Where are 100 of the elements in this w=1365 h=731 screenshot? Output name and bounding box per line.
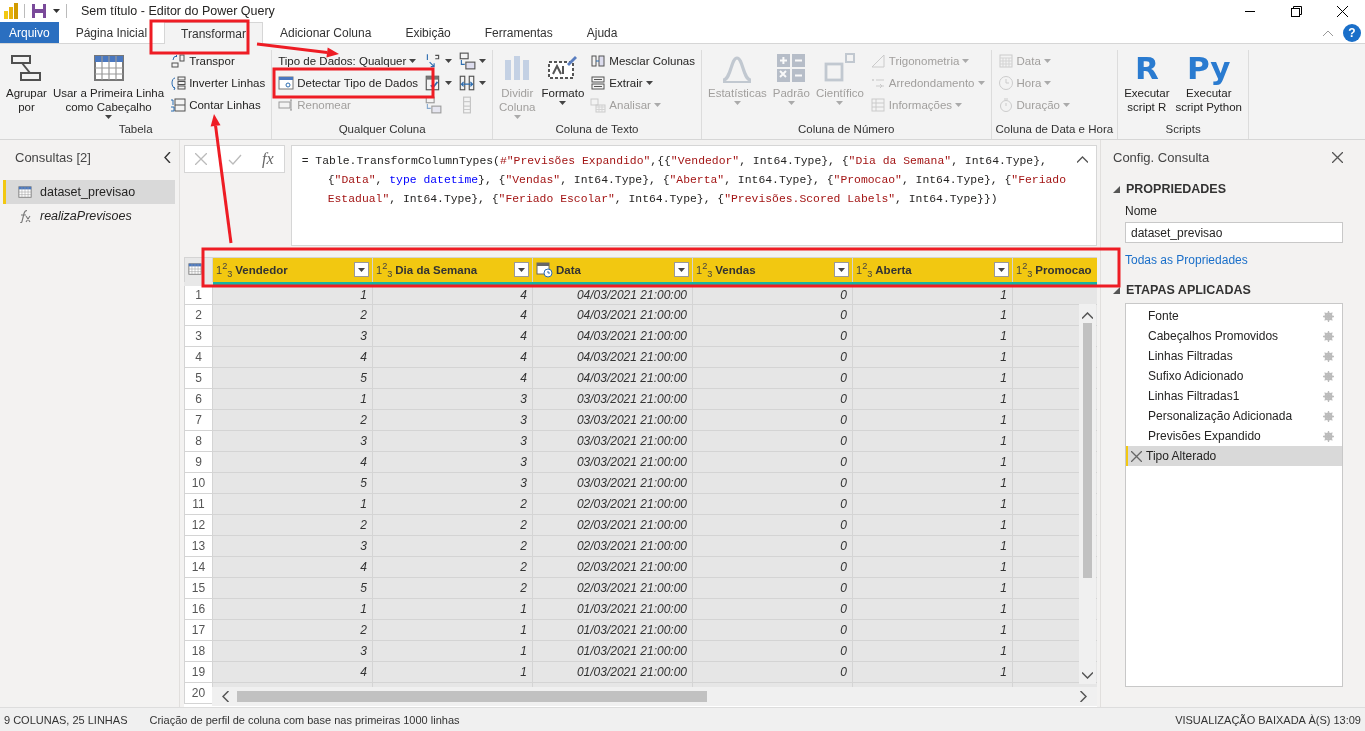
ribbon-button[interactable]: Contar Linhas xyxy=(168,94,268,116)
column-header[interactable]: 1$^{2}$$_{3}$ Vendedor xyxy=(212,257,373,284)
ribbon-button[interactable]: Mesclar Colunas xyxy=(588,50,697,72)
group-label: Tabela xyxy=(117,122,154,137)
name-field[interactable]: dataset_previsao xyxy=(1125,222,1343,243)
ribbon-tab[interactable]: Transformar xyxy=(164,22,263,44)
caret-icon xyxy=(955,103,963,107)
close-icon[interactable] xyxy=(1336,5,1348,17)
triangle-icon xyxy=(869,53,886,69)
collapse-section-icon[interactable] xyxy=(1113,185,1120,193)
caret-icon xyxy=(409,59,417,63)
row-number: 14 xyxy=(184,556,213,578)
horizontal-scrollbar[interactable] xyxy=(212,687,1097,706)
collapse-panel-icon[interactable] xyxy=(164,151,171,163)
applied-step[interactable]: Sufixo Adicionado xyxy=(1126,366,1342,386)
ribbon-button[interactable]: R Executar script R xyxy=(1122,50,1172,119)
ribbon-button[interactable]: Py Executar script Python xyxy=(1173,50,1244,119)
ribbon-button[interactable]: Detectar Tipo de Dados xyxy=(276,72,421,94)
ribbon-button[interactable]: Extrair xyxy=(588,72,697,94)
ribbon-tab[interactable]: Ajuda xyxy=(569,22,635,43)
collapse-section-icon[interactable] xyxy=(1113,286,1120,294)
calculator-icon xyxy=(775,52,808,84)
formula-field[interactable]: = Table.TransformColumnTypes(#"Previsões Expandido",{{"Vendedor", Int64.Type}, {"Dia da Semana", Int64.Type}, {"Data", type datetime}, {"Vendas", Int64.Type}, {"Aberta", Int64.Type}, {"Promocao", Int64.Type}, {"Feriado Estadual", Int64.Type}, {"Feriado Escolar", Int64.Type}, {"Previsões.Scored Labels", Int64.Type}}) xyxy=(290,145,1097,246)
group-label: Scripts xyxy=(1164,122,1202,137)
applied-step[interactable]: Cabeçalhos Promovidos xyxy=(1126,326,1342,346)
save-icon[interactable] xyxy=(31,3,47,19)
scroll-left-icon[interactable] xyxy=(222,691,229,702)
field-label: Nome xyxy=(1125,204,1158,218)
column-header[interactable]: 1$^{2}$$_{3}$ Promocao xyxy=(1012,257,1097,284)
move-column-icon xyxy=(458,74,477,92)
rename-icon xyxy=(278,97,295,113)
panel-title: Config. Consulta xyxy=(1113,149,1210,165)
ribbon-button[interactable]: Formato xyxy=(539,50,587,119)
vertical-scrollbar[interactable] xyxy=(1079,304,1096,684)
ribbon-tab[interactable]: Adicionar Coluna xyxy=(263,22,389,43)
row-number: 3 xyxy=(184,325,213,347)
row-number: 20 xyxy=(184,682,213,704)
scroll-up-icon[interactable] xyxy=(1082,312,1093,319)
minimize-icon[interactable] xyxy=(1245,10,1255,12)
ribbon-button[interactable]: Tipo de Dados: Qualquer xyxy=(276,50,421,72)
ribbon-button[interactable]: Usar a Primeira Linha como Cabeçalho xyxy=(50,50,167,119)
caret-icon xyxy=(518,267,525,272)
ribbon-tab[interactable]: Ferramentas xyxy=(467,22,570,43)
query-item[interactable]: realizaPrevisoes xyxy=(3,204,175,228)
file-tab[interactable]: Arquivo xyxy=(0,22,59,43)
caret-icon xyxy=(678,267,685,272)
row-number: 11 xyxy=(184,493,213,515)
column-header[interactable]: 1$^{2}$$_{3}$ Dia da Semana xyxy=(372,257,533,284)
group-label: Coluna de Número xyxy=(796,122,896,137)
section-header: PROPRIEDADES xyxy=(1126,182,1227,196)
caret-icon xyxy=(105,115,113,119)
caret-icon xyxy=(445,81,453,85)
filter-dropdown-button[interactable] xyxy=(834,262,849,278)
row-number: 4 xyxy=(184,346,213,368)
applied-step[interactable]: Previsões Expandido xyxy=(1126,426,1342,446)
caret-icon xyxy=(733,101,741,105)
group-label: Coluna de Data e Hora xyxy=(995,122,1114,137)
row-number: 7 xyxy=(184,409,213,431)
applied-step[interactable]: Tipo Alterado xyxy=(1126,446,1342,466)
table-icon xyxy=(92,52,125,84)
applied-step[interactable]: Linhas Filtradas1 xyxy=(1126,386,1342,406)
ribbon-button[interactable]: Transpor xyxy=(168,50,268,72)
row-number: 16 xyxy=(184,598,213,620)
applied-step[interactable]: Fonte xyxy=(1126,306,1342,326)
function-icon xyxy=(18,209,32,223)
caret-icon xyxy=(53,9,60,13)
applied-step[interactable]: Personalização Adicionada xyxy=(1126,406,1342,426)
caret-icon xyxy=(653,103,661,107)
ribbon-tab[interactable]: Exibição xyxy=(388,22,468,43)
applied-step[interactable]: Linhas Filtradas xyxy=(1126,346,1342,366)
column-header[interactable]: 1$^{2}$$_{3}$ Vendas xyxy=(692,257,853,284)
delete-step-icon[interactable] xyxy=(1131,450,1142,462)
all-properties-link[interactable]: Todas as Propriedades xyxy=(1125,253,1248,267)
row-number: 13 xyxy=(184,535,213,557)
checkmark-icon[interactable] xyxy=(227,153,242,165)
clock-icon xyxy=(997,75,1014,91)
ribbon-button[interactable]: Agrupar por xyxy=(4,50,49,119)
restore-icon[interactable] xyxy=(1290,5,1302,17)
ribbon-tab[interactable]: Página Inicial xyxy=(58,22,165,43)
collapse-ribbon-icon[interactable] xyxy=(1323,29,1333,36)
row-number: 6 xyxy=(184,388,213,410)
caret-icon xyxy=(787,101,795,105)
column-header[interactable]: Data xyxy=(532,257,693,284)
row-number: 10 xyxy=(184,472,213,494)
query-item[interactable]: dataset_previsao xyxy=(3,180,175,204)
collapse-formula-icon[interactable] xyxy=(1077,156,1088,163)
caret-icon xyxy=(1062,103,1070,107)
column-header[interactable]: 1$^{2}$$_{3}$ Aberta xyxy=(852,257,1013,284)
filter-dropdown-button[interactable] xyxy=(994,262,1009,278)
help-button[interactable]: ? xyxy=(1343,23,1361,42)
section-header: ETAPAS APLICADAS xyxy=(1126,283,1251,297)
ribbon-button[interactable]: Inverter Linhas xyxy=(168,72,268,94)
filter-dropdown-button[interactable] xyxy=(354,262,369,278)
filter-dropdown-button[interactable] xyxy=(674,262,689,278)
scroll-down-icon[interactable] xyxy=(1082,672,1093,679)
datetime-type-icon[interactable] xyxy=(536,261,553,278)
close-icon[interactable] xyxy=(1332,151,1343,163)
filter-dropdown-button[interactable] xyxy=(514,262,529,278)
insert-function-button[interactable]: fx xyxy=(261,150,274,168)
scroll-right-icon[interactable] xyxy=(1080,691,1087,702)
